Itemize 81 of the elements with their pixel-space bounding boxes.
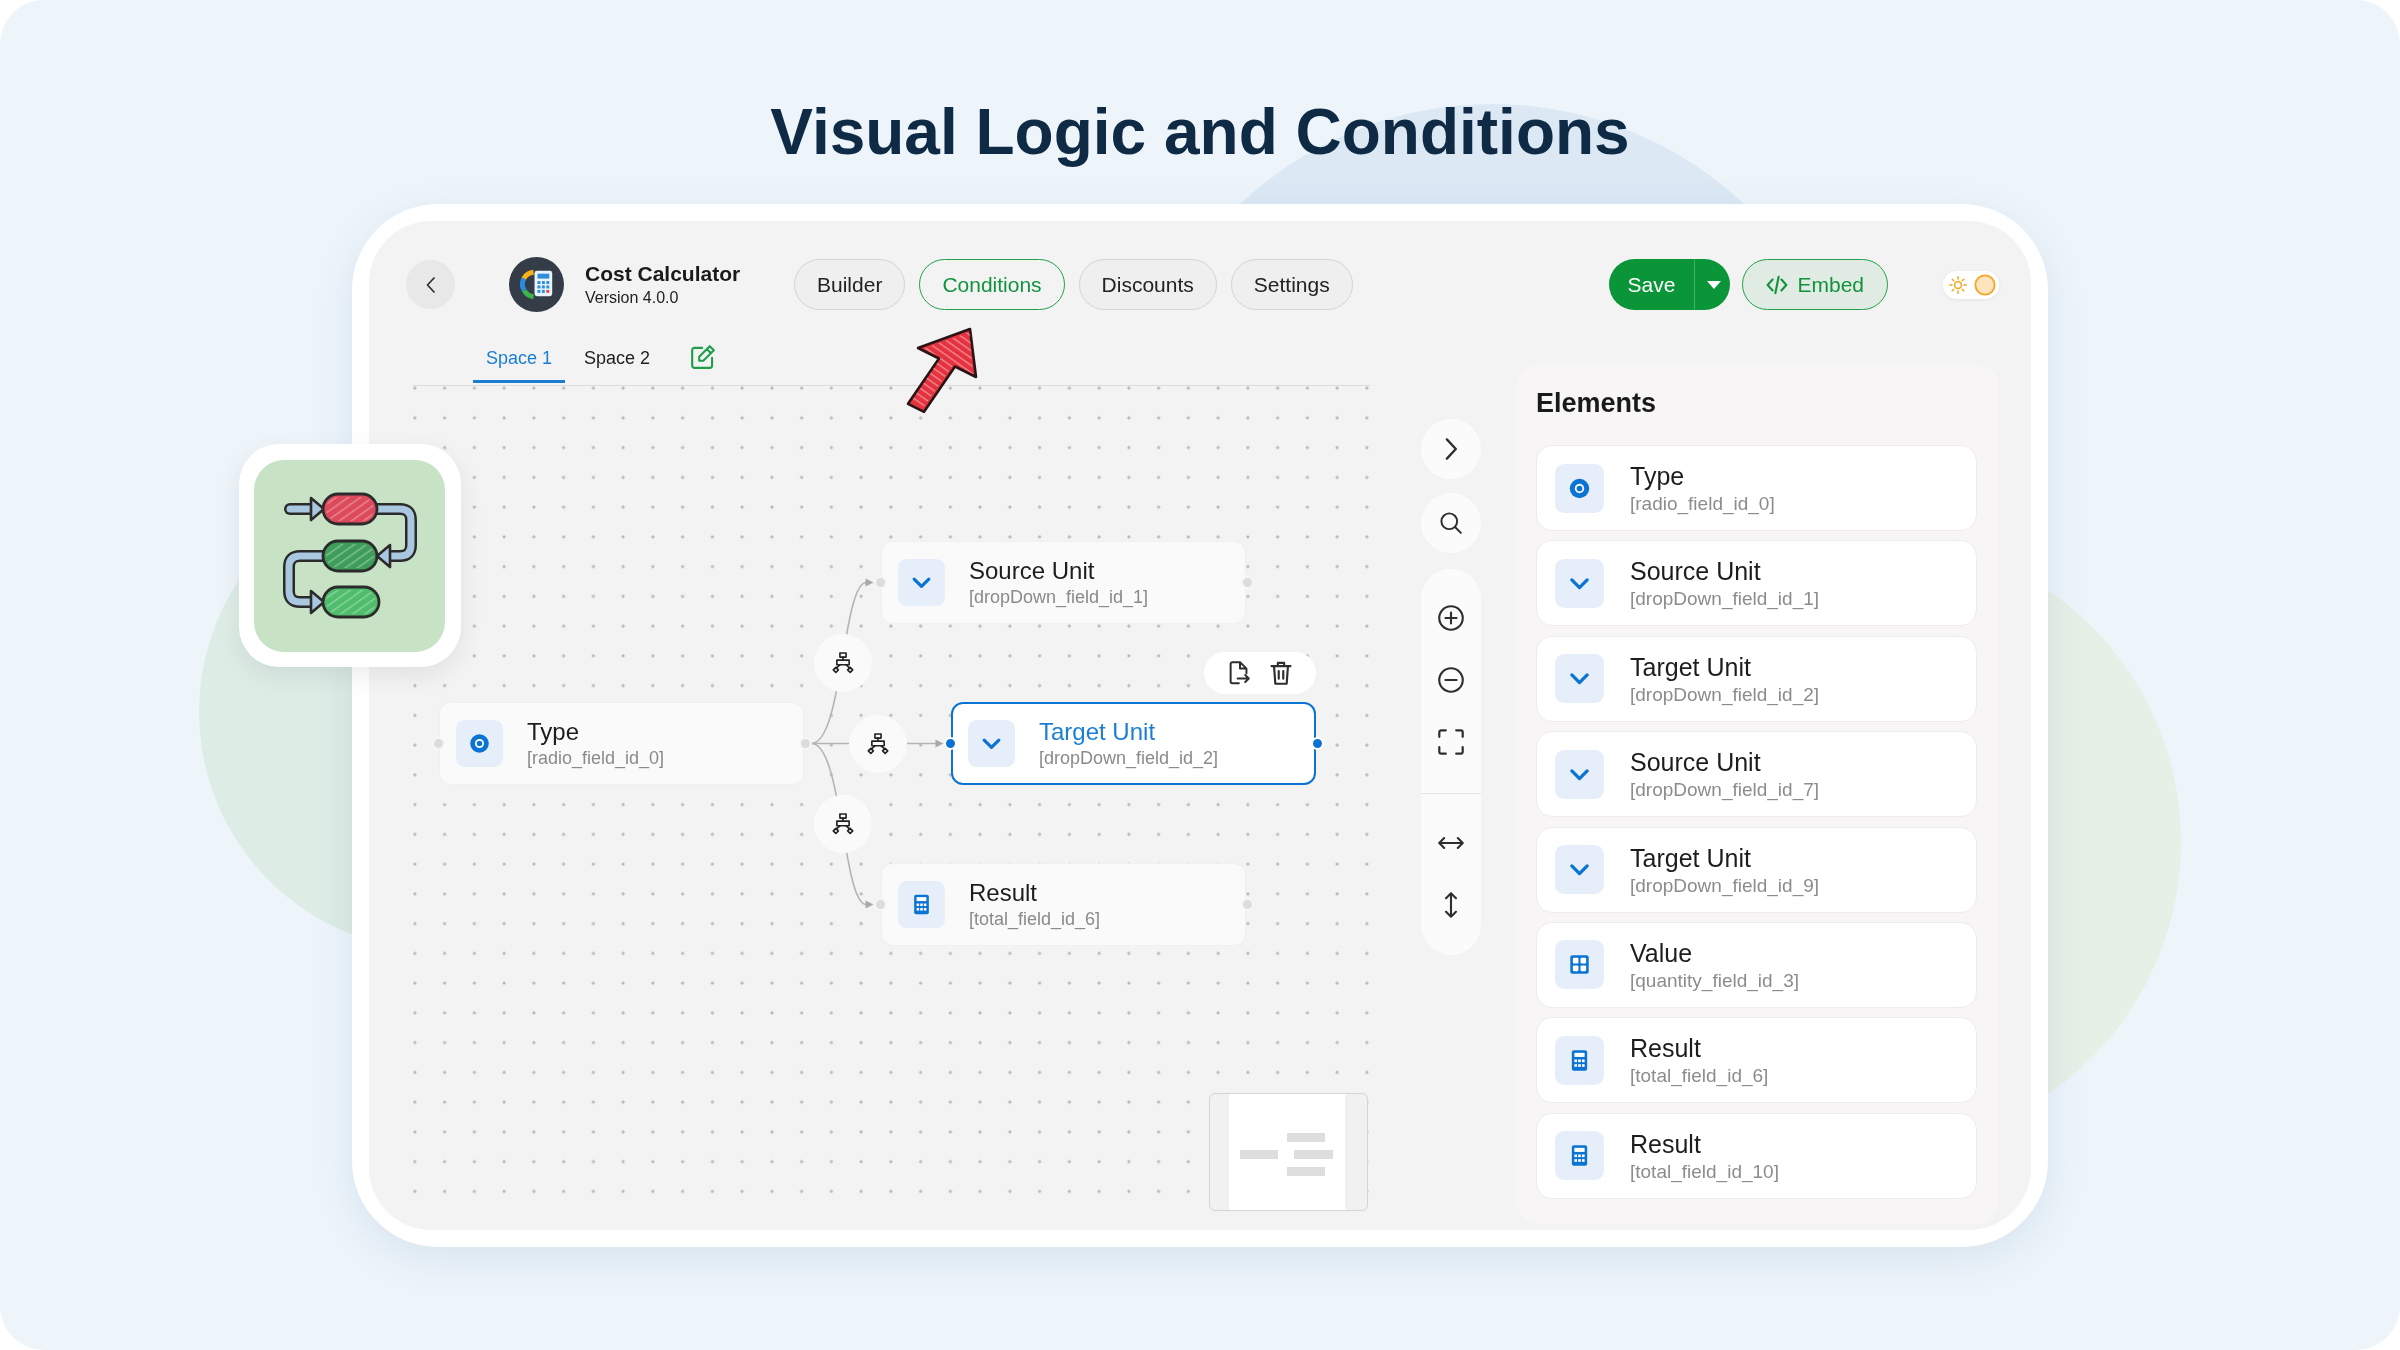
flow-node[interactable]: Result [total_field_id_6] <box>881 863 1246 946</box>
element-item[interactable]: Source Unit [dropDown_field_id_1] <box>1536 540 1977 627</box>
space-tab[interactable]: Space 2 <box>571 339 664 383</box>
node-field-id: [dropDown_field_id_2] <box>1039 748 1219 769</box>
app-name: Cost Calculator <box>585 261 742 287</box>
chevron-down-icon <box>1555 654 1604 704</box>
zoom-in-icon[interactable] <box>1438 605 1464 631</box>
element-field-id: [dropDown_field_id_7] <box>1630 779 1820 802</box>
node-field-id: [total_field_id_6] <box>969 909 1101 930</box>
node-label: Type <box>527 718 581 746</box>
chevron-down-icon <box>898 559 945 606</box>
edit-icon[interactable] <box>691 345 716 369</box>
node-field-id: [dropDown_field_id_1] <box>969 587 1149 608</box>
element-field-id: [quantity_field_id_3] <box>1630 969 1799 992</box>
element-field-id: [dropDown_field_id_1] <box>1630 588 1820 611</box>
nav-tab[interactable]: Conditions <box>919 259 1065 310</box>
search-icon <box>1440 512 1462 534</box>
radio-button-icon <box>456 720 503 767</box>
element-item[interactable]: Type [radio_field_id_0] <box>1536 445 1977 531</box>
flow-node[interactable]: Target Unit [dropDown_field_id_2] <box>951 702 1316 785</box>
chevron-down-icon <box>968 720 1015 767</box>
save-menu-button[interactable] <box>1694 259 1731 310</box>
node-label: Result <box>969 879 1039 907</box>
chevron-down-icon <box>1555 749 1604 799</box>
nav-tab[interactable]: Settings <box>1230 259 1353 310</box>
element-field-id: [total_field_id_10] <box>1630 1160 1779 1183</box>
flowchart-icon <box>831 813 854 835</box>
caret-icon <box>1706 280 1721 289</box>
code-icon <box>1766 274 1789 295</box>
calculator-icon <box>898 881 945 928</box>
radio-button-icon <box>1555 463 1604 513</box>
flowchart-icon <box>254 460 445 652</box>
element-field-id: [dropDown_field_id_2] <box>1630 683 1820 706</box>
element-item[interactable]: Result [total_field_id_10] <box>1536 1112 1977 1199</box>
calculator-logo-icon <box>509 257 564 312</box>
sun-icon <box>1949 275 1967 294</box>
nav-tab[interactable]: Discounts <box>1078 259 1217 310</box>
fit-view-icon[interactable] <box>1438 729 1464 755</box>
element-item[interactable]: Target Unit [dropDown_field_id_2] <box>1536 635 1977 722</box>
element-field-id: [total_field_id_6] <box>1630 1065 1769 1088</box>
calculator-icon <box>1555 1035 1604 1085</box>
nav-tab[interactable]: Builder <box>794 259 906 310</box>
element-field-id: [radio_field_id_0] <box>1630 493 1775 515</box>
node-label: Source Unit <box>969 557 1096 585</box>
element-label: Source Unit <box>1630 747 1762 778</box>
element-label: Result <box>1630 1033 1702 1064</box>
zoom-out-icon[interactable] <box>1438 667 1464 693</box>
element-label: Result <box>1630 1128 1702 1159</box>
minimap-node <box>1294 1150 1333 1159</box>
app-version: Version 4.0.0 <box>585 288 680 308</box>
element-field-id: [dropDown_field_id_9] <box>1630 874 1820 897</box>
element-label: Target Unit <box>1630 651 1752 682</box>
flowchart-icon <box>866 732 889 755</box>
save-button[interactable]: Save <box>1608 259 1695 310</box>
element-label: Source Unit <box>1630 556 1762 587</box>
flow-node[interactable]: Type [radio_field_id_0] <box>439 702 804 785</box>
flowchart-icon <box>831 652 854 674</box>
theme-toggle[interactable] <box>1943 270 1999 299</box>
element-label: Target Unit <box>1630 842 1752 873</box>
calculator-icon <box>1555 1131 1604 1181</box>
node-label: Target Unit <box>1039 718 1157 746</box>
element-item[interactable]: Source Unit [dropDown_field_id_7] <box>1536 731 1977 818</box>
grid-icon <box>1555 940 1604 990</box>
flow-node[interactable]: Source Unit [dropDown_field_id_1] <box>881 541 1246 624</box>
space-tab[interactable]: Space 1 <box>473 339 566 383</box>
element-item[interactable]: Target Unit [dropDown_field_id_9] <box>1536 826 1977 913</box>
document-arrow-icon[interactable] <box>1228 661 1251 685</box>
element-item[interactable]: Value [quantity_field_id_3] <box>1536 921 1977 1008</box>
element-label: Type <box>1630 461 1686 491</box>
node-field-id: [radio_field_id_0] <box>527 748 665 769</box>
chevron-down-icon <box>1555 558 1604 608</box>
page-title: Visual Logic and Conditions <box>770 95 1630 170</box>
chevron-left-icon <box>425 276 436 293</box>
panel-title: Elements <box>1536 388 1658 418</box>
minimap-node <box>1239 1150 1279 1159</box>
minimap-node <box>1286 1133 1326 1142</box>
chevron-down-icon <box>1555 845 1604 895</box>
trash-icon[interactable] <box>1269 661 1292 685</box>
element-label: Value <box>1630 937 1694 968</box>
minimap-node <box>1286 1167 1326 1176</box>
element-item[interactable]: Result [total_field_id_6] <box>1536 1017 1977 1104</box>
